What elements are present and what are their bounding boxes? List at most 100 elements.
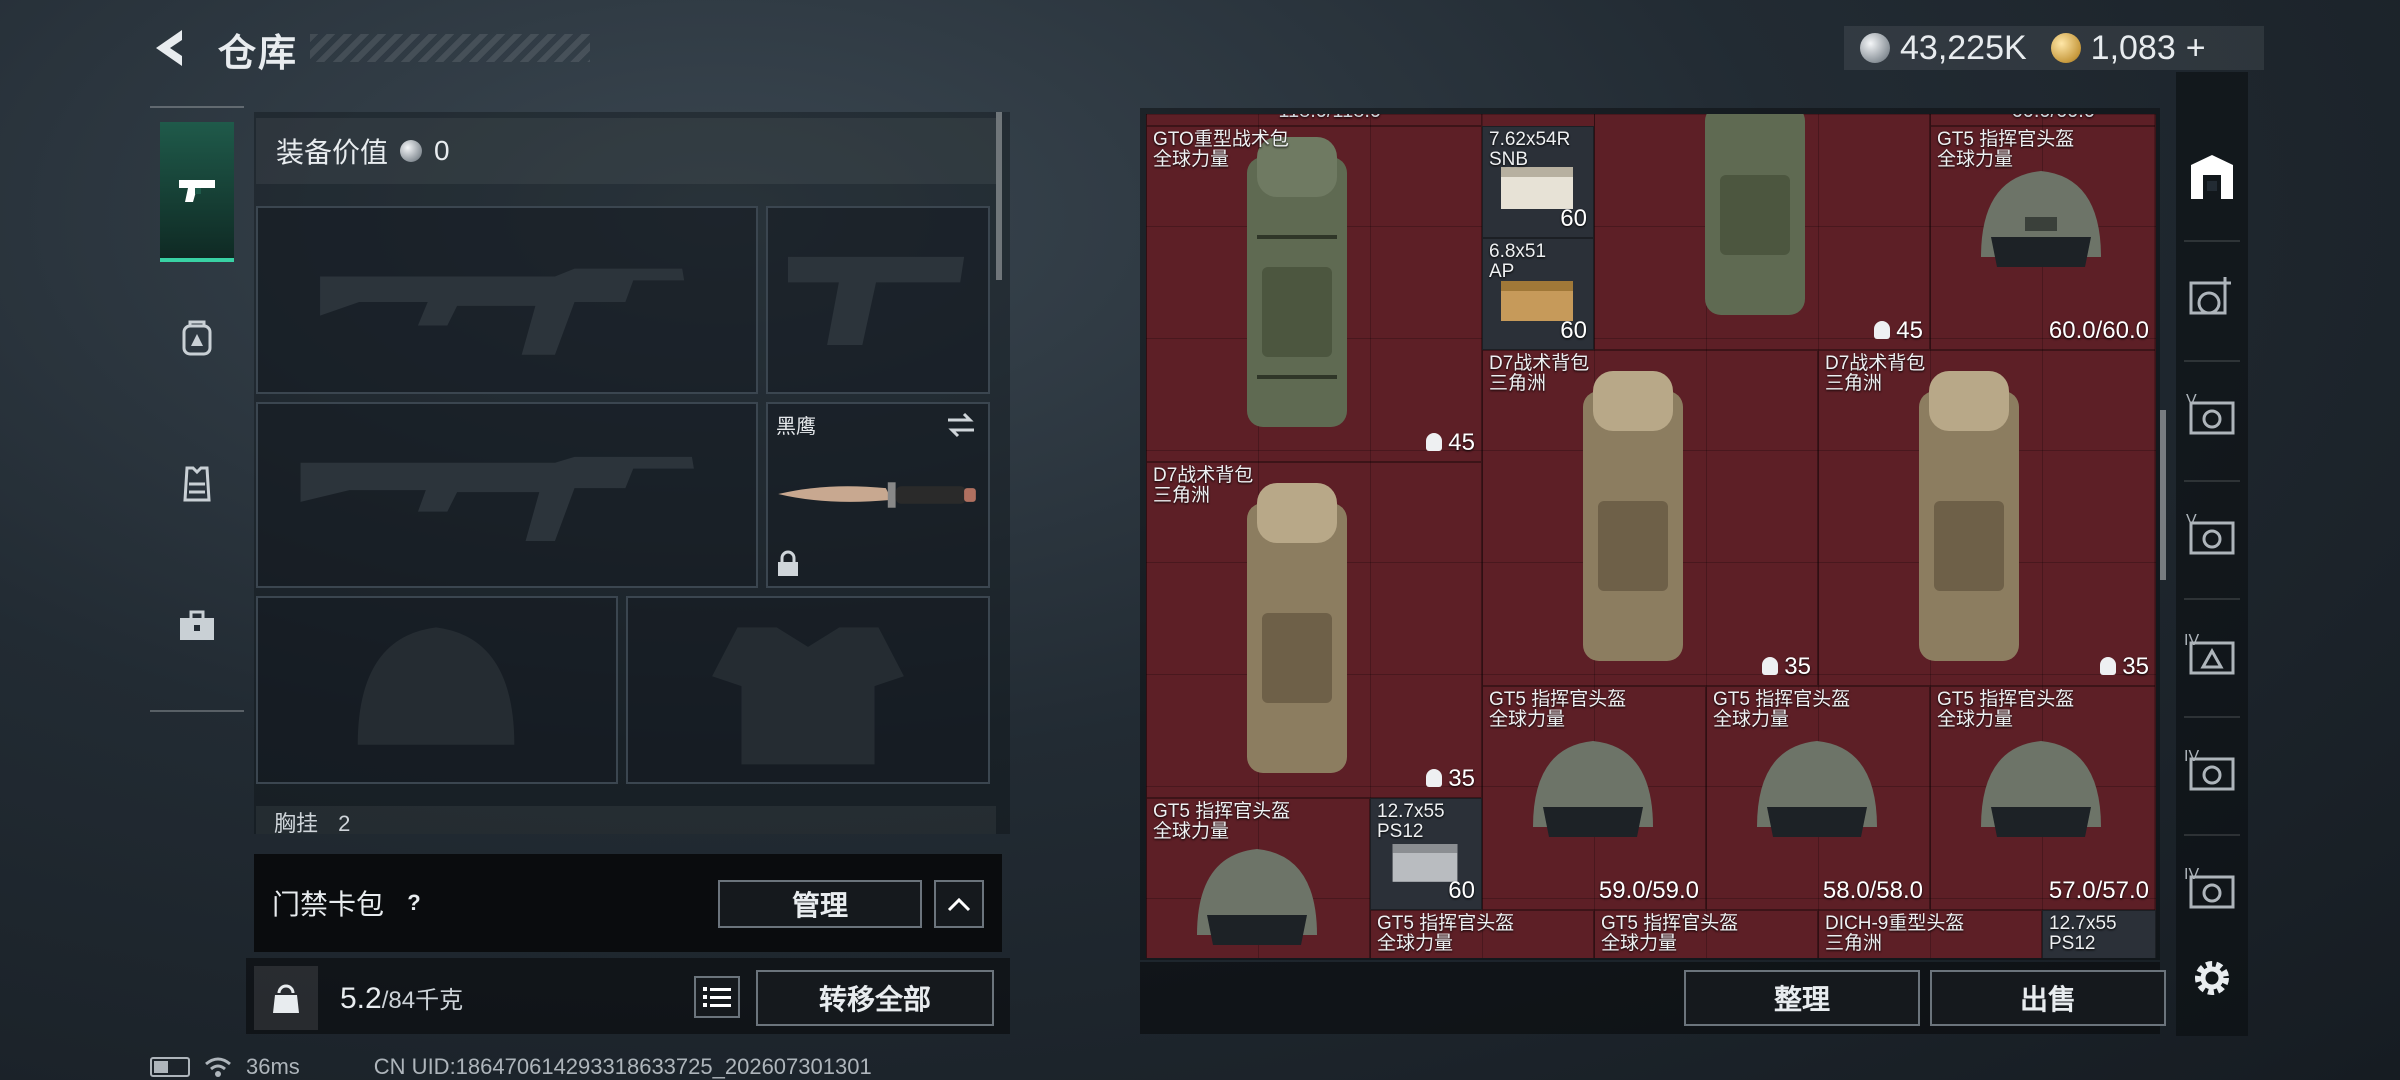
item-subtitle: 三角洲 (1825, 373, 1883, 394)
equipment-value-bar: 装备价值 0 (256, 118, 996, 184)
item-count-value: 45 (1448, 429, 1475, 456)
battery-icon (150, 1057, 190, 1077)
item-count: 60 (1560, 317, 1587, 344)
category-backpack-tab[interactable] (160, 268, 234, 408)
container-tier-v-1[interactable]: V (2180, 384, 2244, 448)
collapse-button[interactable] (934, 880, 984, 928)
item-subtitle: 全球力量 (1153, 149, 1230, 170)
wifi-icon (205, 1057, 231, 1077)
back-arrow-icon (156, 30, 182, 66)
item-count-value: 45 (1896, 317, 1923, 344)
stash-home-tab[interactable] (2180, 146, 2244, 210)
stash-item-partial[interactable]: 60.0/60.0 (1930, 114, 2156, 126)
stash-item-helmet[interactable]: GT5 指挥官头盔 全球力量 59.0/59.0 (1482, 686, 1706, 910)
toolbox-icon (180, 610, 214, 640)
item-name: 12.7x55 (1377, 801, 1445, 822)
weight-icon (254, 966, 318, 1030)
stash-item-backpack[interactable]: D7战术背包 三角洲 35 (1146, 462, 1482, 798)
chest-rig-label: 胸挂 (274, 811, 319, 834)
keycard-label: 门禁卡包 (272, 889, 385, 920)
transfer-all-button[interactable]: 转移全部 (756, 970, 994, 1026)
stash-item-ammo[interactable]: 12.7x55 PS12 (2042, 910, 2156, 958)
stash-item-partial[interactable]: 118.0/118.0 (1146, 114, 1482, 126)
knife-icon (778, 482, 976, 508)
stash-item-helmet[interactable]: GT5 指挥官头盔 全球力量 (1594, 910, 1818, 958)
container-tier-iv-2[interactable]: IV (2180, 740, 2244, 804)
item-count-value: 35 (1784, 653, 1811, 680)
stash-item-backpack[interactable]: GTO重型战术包 全球力量 45 (1146, 126, 1482, 462)
sell-button[interactable]: 出售 (1930, 970, 2166, 1026)
sidearm-slot[interactable] (766, 206, 990, 394)
stash-item-ammo[interactable]: 7.62x54R SNB 60 (1482, 126, 1594, 238)
item-subtitle: 全球力量 (1489, 709, 1566, 730)
body-armor-slot[interactable] (626, 596, 990, 784)
backpack-icon (1705, 114, 1805, 315)
category-vest-tab[interactable] (160, 414, 234, 554)
category-toolbox-tab[interactable] (160, 556, 234, 696)
item-subtitle: 三角洲 (1153, 485, 1211, 506)
item-subtitle: PS12 (1377, 821, 1424, 842)
category-strip (150, 106, 244, 712)
stash-item-backpack[interactable]: 45 (1594, 114, 1930, 350)
backpack-icon (182, 320, 212, 356)
stash-item-helmet[interactable]: GT5 指挥官头盔 全球力量 (1146, 798, 1370, 958)
item-name: 12.7x55 (2049, 913, 2117, 934)
settings-button[interactable] (2180, 946, 2244, 1010)
stash-item-helmet[interactable]: GT5 指挥官头盔 全球力量 (1370, 910, 1594, 958)
equip-value: 0 (434, 135, 450, 166)
stash-item-backpack[interactable]: D7战术背包 三角洲 35 (1482, 350, 1818, 686)
item-subtitle: SNB (1489, 149, 1529, 170)
stash-item-helmet[interactable]: DICH-9重型头盔 三角洲 (1818, 910, 2042, 958)
manage-button[interactable]: 管理 (718, 880, 922, 928)
ghost-icon (2100, 657, 2117, 675)
item-durability: 60.0/60.0 (2012, 114, 2095, 123)
item-name: D7战术背包 (1825, 353, 1926, 374)
add-container-button[interactable] (2180, 266, 2244, 330)
chest-rig-row[interactable]: 胸挂 2 (256, 806, 996, 834)
primary-weapon-slot[interactable] (256, 206, 758, 394)
item-durability: 60.0/60.0 (2048, 317, 2149, 344)
armor-silhouette-icon (712, 627, 904, 765)
secondary-weapon-slot[interactable] (256, 402, 758, 588)
helmet-slot[interactable] (256, 596, 618, 784)
sort-button[interactable]: 整理 (1684, 970, 1920, 1026)
add-currency-button[interactable]: + (2186, 29, 2206, 68)
stash-item-ammo[interactable]: 6.8x51 AP 60 (1482, 238, 1594, 350)
backpack-icon (1247, 137, 1347, 427)
helmet-icon (1197, 849, 1317, 945)
stash-item-helmet[interactable]: GT5 指挥官头盔 全球力量 60.0/60.0 (1930, 126, 2156, 350)
help-icon[interactable]: ? (396, 885, 432, 921)
category-weapons-tab[interactable] (160, 122, 234, 262)
container-tier-iv-3[interactable]: IV (2180, 858, 2244, 922)
stash-item-helmet[interactable]: GT5 指挥官头盔 全球力量 58.0/58.0 (1706, 686, 1930, 910)
backpack-icon (1247, 483, 1347, 773)
melee-slot[interactable]: 黑鹰 (766, 402, 990, 588)
stash-scrollbar[interactable] (2160, 410, 2166, 580)
stash-item-backpack[interactable]: D7战术背包 三角洲 35 (1818, 350, 2156, 686)
status-row: 36ms CN UID:1864706142933186337​25_20260… (150, 1054, 872, 1080)
helmet-icon (1981, 171, 2101, 267)
stash-item-ammo[interactable]: 12.7x55 PS12 60 (1370, 798, 1482, 910)
container-tier-v-2[interactable]: V (2180, 504, 2244, 568)
list-view-button[interactable] (694, 976, 740, 1018)
item-name: 7.62x54R (1489, 129, 1571, 150)
back-button[interactable] (150, 26, 194, 70)
loadout-scrollbar[interactable] (996, 112, 1002, 280)
item-name: DICH-9重型头盔 (1825, 913, 1965, 934)
tier-label: V (2186, 392, 2197, 409)
item-name: GT5 指挥官头盔 (1489, 689, 1627, 710)
add-container-icon (2189, 277, 2231, 315)
pistol-silhouette-icon (787, 256, 965, 346)
chest-rig-count: 2 (338, 811, 351, 834)
kettlebell-icon (273, 984, 299, 1013)
item-count: 35 (2100, 653, 2149, 681)
item-subtitle: 三角洲 (1825, 933, 1883, 954)
helmet-icon (1757, 741, 1877, 837)
ghost-icon (1874, 321, 1891, 339)
container-tier-iv-1[interactable]: IV (2180, 624, 2244, 688)
stash-item-helmet[interactable]: GT5 指挥官头盔 全球力量 57.0/57.0 (1930, 686, 2156, 910)
item-subtitle: 全球力量 (1713, 709, 1790, 730)
item-count-value: 35 (2122, 653, 2149, 680)
silver-coin-icon (1860, 33, 1890, 63)
helmet-icon (1533, 741, 1653, 837)
